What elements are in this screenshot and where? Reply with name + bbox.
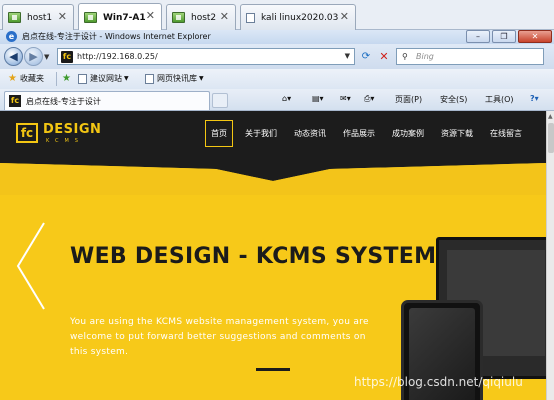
chevron-down-icon[interactable]: ▼: [345, 52, 350, 60]
nav-item-news[interactable]: 动态资讯: [294, 128, 326, 139]
window-controls: – ❐ ✕: [464, 30, 552, 43]
chevron-down-icon[interactable]: ▼: [44, 53, 49, 61]
page-icon: [145, 73, 154, 84]
site-favicon-icon: fc: [9, 95, 21, 107]
logo-title: DESIGN: [43, 122, 102, 137]
chevron-down-icon: ▼: [124, 75, 129, 82]
logo-mark: fc: [16, 123, 38, 143]
hero-title: WEB DESIGN - KCMS SYSTEM: [70, 244, 437, 269]
close-icon[interactable]: ✕: [58, 10, 67, 23]
search-input[interactable]: ⚲ Bing: [396, 48, 544, 65]
screen: host1 ✕ Win7-A1 ✕ host2 ✕ kali linux2020…: [0, 0, 554, 400]
window-title: 启点在线-专注于设计 - Windows Internet Explorer: [22, 32, 211, 41]
minimize-button[interactable]: –: [466, 30, 490, 43]
site-nav: 首页 关于我们 动态资讯 作品展示 成功案例 资源下载 在线留言: [205, 111, 539, 155]
vm-tab-label: host2: [191, 12, 217, 23]
command-bar: fc 启点在线-专注于设计 ⌂▾ ▤▾ ✉▾ ⎙▾ 页面(P) 安全(S) 工具…: [0, 89, 554, 111]
browser-tab[interactable]: fc 启点在线-专注于设计: [4, 91, 210, 110]
page-icon: [78, 73, 87, 84]
slider-prev-arrow-icon[interactable]: [16, 221, 46, 311]
help-icon[interactable]: ?▾: [530, 94, 539, 103]
browser-tab-title: 启点在线-专注于设计: [26, 97, 101, 106]
vm-tab-host2[interactable]: host2 ✕: [166, 4, 236, 30]
refresh-icon[interactable]: ⟳: [358, 49, 374, 64]
star-icon: ★: [8, 73, 17, 84]
slider-indicator[interactable]: [256, 368, 290, 371]
feeds-icon[interactable]: ▤▾: [312, 94, 324, 103]
new-tab-button[interactable]: [212, 93, 228, 108]
window-titlebar: e 启点在线-专注于设计 - Windows Internet Explorer…: [0, 30, 554, 44]
watermark: https://blog.csdn.net/qiqiulu: [354, 375, 523, 389]
nav-item-guestbook[interactable]: 在线留言: [490, 128, 522, 139]
vm-tab-host1[interactable]: host1 ✕: [2, 4, 74, 30]
logo-subtitle: KCMS: [46, 138, 84, 144]
favorites-item-suggested[interactable]: 建议网站 ▼: [78, 73, 129, 84]
vm-tab-label: host1: [27, 12, 53, 23]
ie-logo-icon: e: [6, 31, 17, 42]
scroll-up-icon[interactable]: ▲: [548, 113, 553, 120]
favorites-button[interactable]: ★ 收藏夹: [8, 73, 44, 84]
vm-tab-label: Win7-A1: [103, 12, 146, 23]
stop-icon[interactable]: ✕: [376, 49, 392, 64]
site-favicon-icon: fc: [61, 51, 73, 63]
forward-button[interactable]: ▶: [24, 47, 43, 66]
vertical-scrollbar[interactable]: ▲: [546, 111, 554, 400]
vm-tab-label: kali linux2020.03: [261, 12, 339, 23]
safety-menu-button[interactable]: 安全(S): [440, 94, 467, 105]
vm-tab-strip: host1 ✕ Win7-A1 ✕ host2 ✕ kali linux2020…: [0, 0, 554, 31]
nav-item-home[interactable]: 首页: [205, 119, 233, 147]
address-input[interactable]: fc http://192.168.0.25/ ▼: [57, 48, 355, 65]
nav-item-works[interactable]: 作品展示: [343, 128, 375, 139]
favorites-bar: ★ 收藏夹 ★ 建议网站 ▼ 网页快讯库 ▼: [0, 69, 554, 89]
add-favorite-button[interactable]: ★: [62, 73, 74, 84]
vm-tab-win7[interactable]: Win7-A1 ✕: [78, 3, 162, 31]
print-icon[interactable]: ⎙▾: [364, 94, 374, 104]
close-window-button[interactable]: ✕: [518, 30, 552, 43]
favorites-item-label: 网页快讯库: [157, 74, 197, 83]
close-icon[interactable]: ✕: [340, 10, 349, 23]
home-icon[interactable]: ⌂▾: [282, 94, 291, 103]
add-favorite-icon: ★: [62, 73, 71, 84]
back-button[interactable]: ◀: [4, 47, 23, 66]
favorites-item-label: 建议网站: [90, 74, 122, 83]
address-url: http://192.168.0.25/: [77, 52, 158, 61]
nav-item-downloads[interactable]: 资源下载: [441, 128, 473, 139]
vm-icon: [8, 12, 21, 23]
close-icon[interactable]: ✕: [220, 10, 229, 23]
vm-tab-kali[interactable]: kali linux2020.03 ✕: [240, 4, 356, 30]
site-logo[interactable]: fc DESIGN KCMS: [16, 121, 116, 147]
address-bar-row: ◀ ▶ ▼ fc http://192.168.0.25/ ▼ ⟳ ✕ ⚲ Bi…: [0, 44, 554, 69]
favorites-label: 收藏夹: [19, 74, 44, 83]
hero-description: You are using the KCMS website managemen…: [70, 317, 369, 357]
nav-item-cases[interactable]: 成功案例: [392, 128, 424, 139]
page-icon: [246, 12, 255, 23]
mail-icon[interactable]: ✉▾: [340, 94, 351, 103]
search-icon: ⚲: [402, 52, 408, 61]
page-menu-button[interactable]: 页面(P): [395, 94, 422, 105]
divider: [56, 72, 57, 86]
tools-menu-button[interactable]: 工具(O): [485, 94, 514, 105]
vm-icon: [172, 12, 185, 23]
maximize-button[interactable]: ❐: [492, 30, 516, 43]
chevron-down-icon: ▼: [199, 75, 204, 82]
site-header: fc DESIGN KCMS 首页 关于我们 动态资讯 作品展示 成功案例 资源…: [0, 111, 546, 155]
scrollbar-thumb[interactable]: [548, 123, 554, 153]
header-wave: [0, 155, 546, 195]
vm-icon: [84, 12, 97, 23]
webpage: fc DESIGN KCMS 首页 关于我们 动态资讯 作品展示 成功案例 资源…: [0, 111, 546, 400]
close-icon[interactable]: ✕: [146, 9, 155, 22]
search-placeholder: Bing: [416, 52, 434, 61]
favorites-item-webslice[interactable]: 网页快讯库 ▼: [145, 73, 204, 84]
nav-item-about[interactable]: 关于我们: [245, 128, 277, 139]
